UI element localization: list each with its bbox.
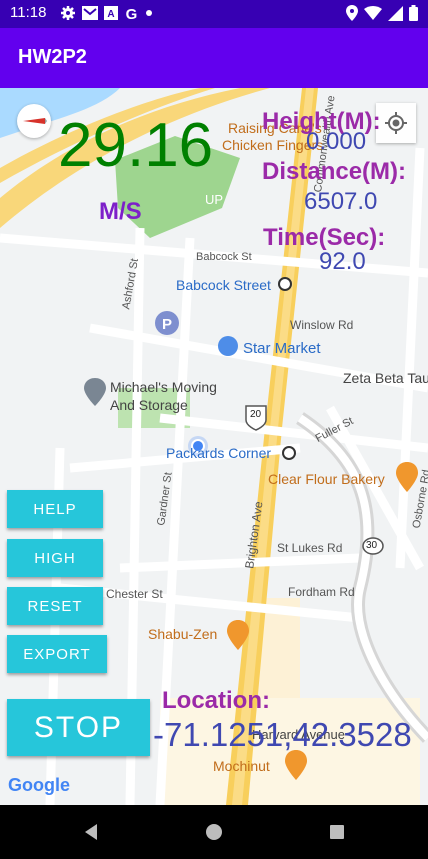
home-icon[interactable] <box>205 823 223 841</box>
export-button[interactable]: EXPORT <box>7 635 107 673</box>
status-bar: 11:18 A G <box>0 0 428 28</box>
distance-label: Distance(M): <box>262 158 407 185</box>
map-label-babcock-st-side: Babcock St <box>196 251 252 263</box>
map-label-zeta-beta-tau: Zeta Beta Tau <box>343 370 428 386</box>
location-label: Location: <box>162 687 270 714</box>
map-label-packards-corner: Packards Corner <box>166 445 272 461</box>
my-location-button[interactable] <box>376 103 416 143</box>
svg-text:G: G <box>126 6 138 21</box>
location-icon <box>346 5 358 21</box>
recents-icon[interactable] <box>328 823 346 841</box>
map-label-star-market: Star Market <box>243 340 321 357</box>
high-button[interactable]: HIGH <box>7 539 103 577</box>
dot-icon <box>146 10 152 16</box>
map-label-winslow-rd: Winslow Rd <box>290 318 354 332</box>
map-label-michaels-1: Michael's Moving <box>110 379 217 395</box>
height-value: 0.000 <box>306 128 367 155</box>
map-label-michaels-2: And Storage <box>110 397 188 413</box>
mail-icon <box>82 6 98 20</box>
status-icons-left: A G <box>60 5 153 21</box>
app-title: HW2P2 <box>18 46 87 68</box>
map-label-route-30: 30 <box>366 540 378 551</box>
compass-button[interactable] <box>17 104 51 138</box>
nav-bar <box>0 805 428 859</box>
map-label-clear-flour: Clear Flour Bakery <box>268 471 385 487</box>
help-button[interactable]: HELP <box>7 490 103 528</box>
svg-text:P: P <box>162 316 172 333</box>
map-label-babcock-street: Babcock Street <box>176 277 271 293</box>
map-label-route-20: 20 <box>250 409 262 420</box>
location-value: -71.1251,42.3528 <box>153 716 412 753</box>
crosshair-icon <box>385 112 407 134</box>
speed-value: 29.16 <box>58 111 214 180</box>
speed-unit: M/S <box>99 198 142 225</box>
distance-value: 6507.0 <box>304 188 378 215</box>
map-label-st-lukes: St Lukes Rd <box>277 541 343 555</box>
back-icon[interactable] <box>82 823 100 841</box>
status-icons-right <box>346 5 418 21</box>
gear-icon <box>61 6 75 20</box>
map-label-up: UP <box>205 192 224 207</box>
status-time: 11:18 <box>10 4 47 21</box>
app-bar: HW2P2 <box>0 28 428 88</box>
text-icon: A <box>104 6 118 20</box>
google-icon: G <box>126 6 138 21</box>
map-label-fordham: Fordham Rd <box>288 585 355 599</box>
compass-icon <box>23 118 47 124</box>
wifi-icon <box>364 6 382 20</box>
map-label-chester: Chester St <box>106 587 163 601</box>
time-value: 92.0 <box>319 248 366 275</box>
signal-icon <box>388 5 403 21</box>
google-logo: Google <box>8 775 70 795</box>
svg-text:A: A <box>107 9 114 20</box>
battery-icon <box>409 5 418 21</box>
reset-button[interactable]: RESET <box>7 587 103 625</box>
map-label-mochinut: Mochinut <box>213 758 270 774</box>
stop-button[interactable]: STOP <box>7 699 150 756</box>
map-label-shabu-zen: Shabu-Zen <box>148 626 218 642</box>
